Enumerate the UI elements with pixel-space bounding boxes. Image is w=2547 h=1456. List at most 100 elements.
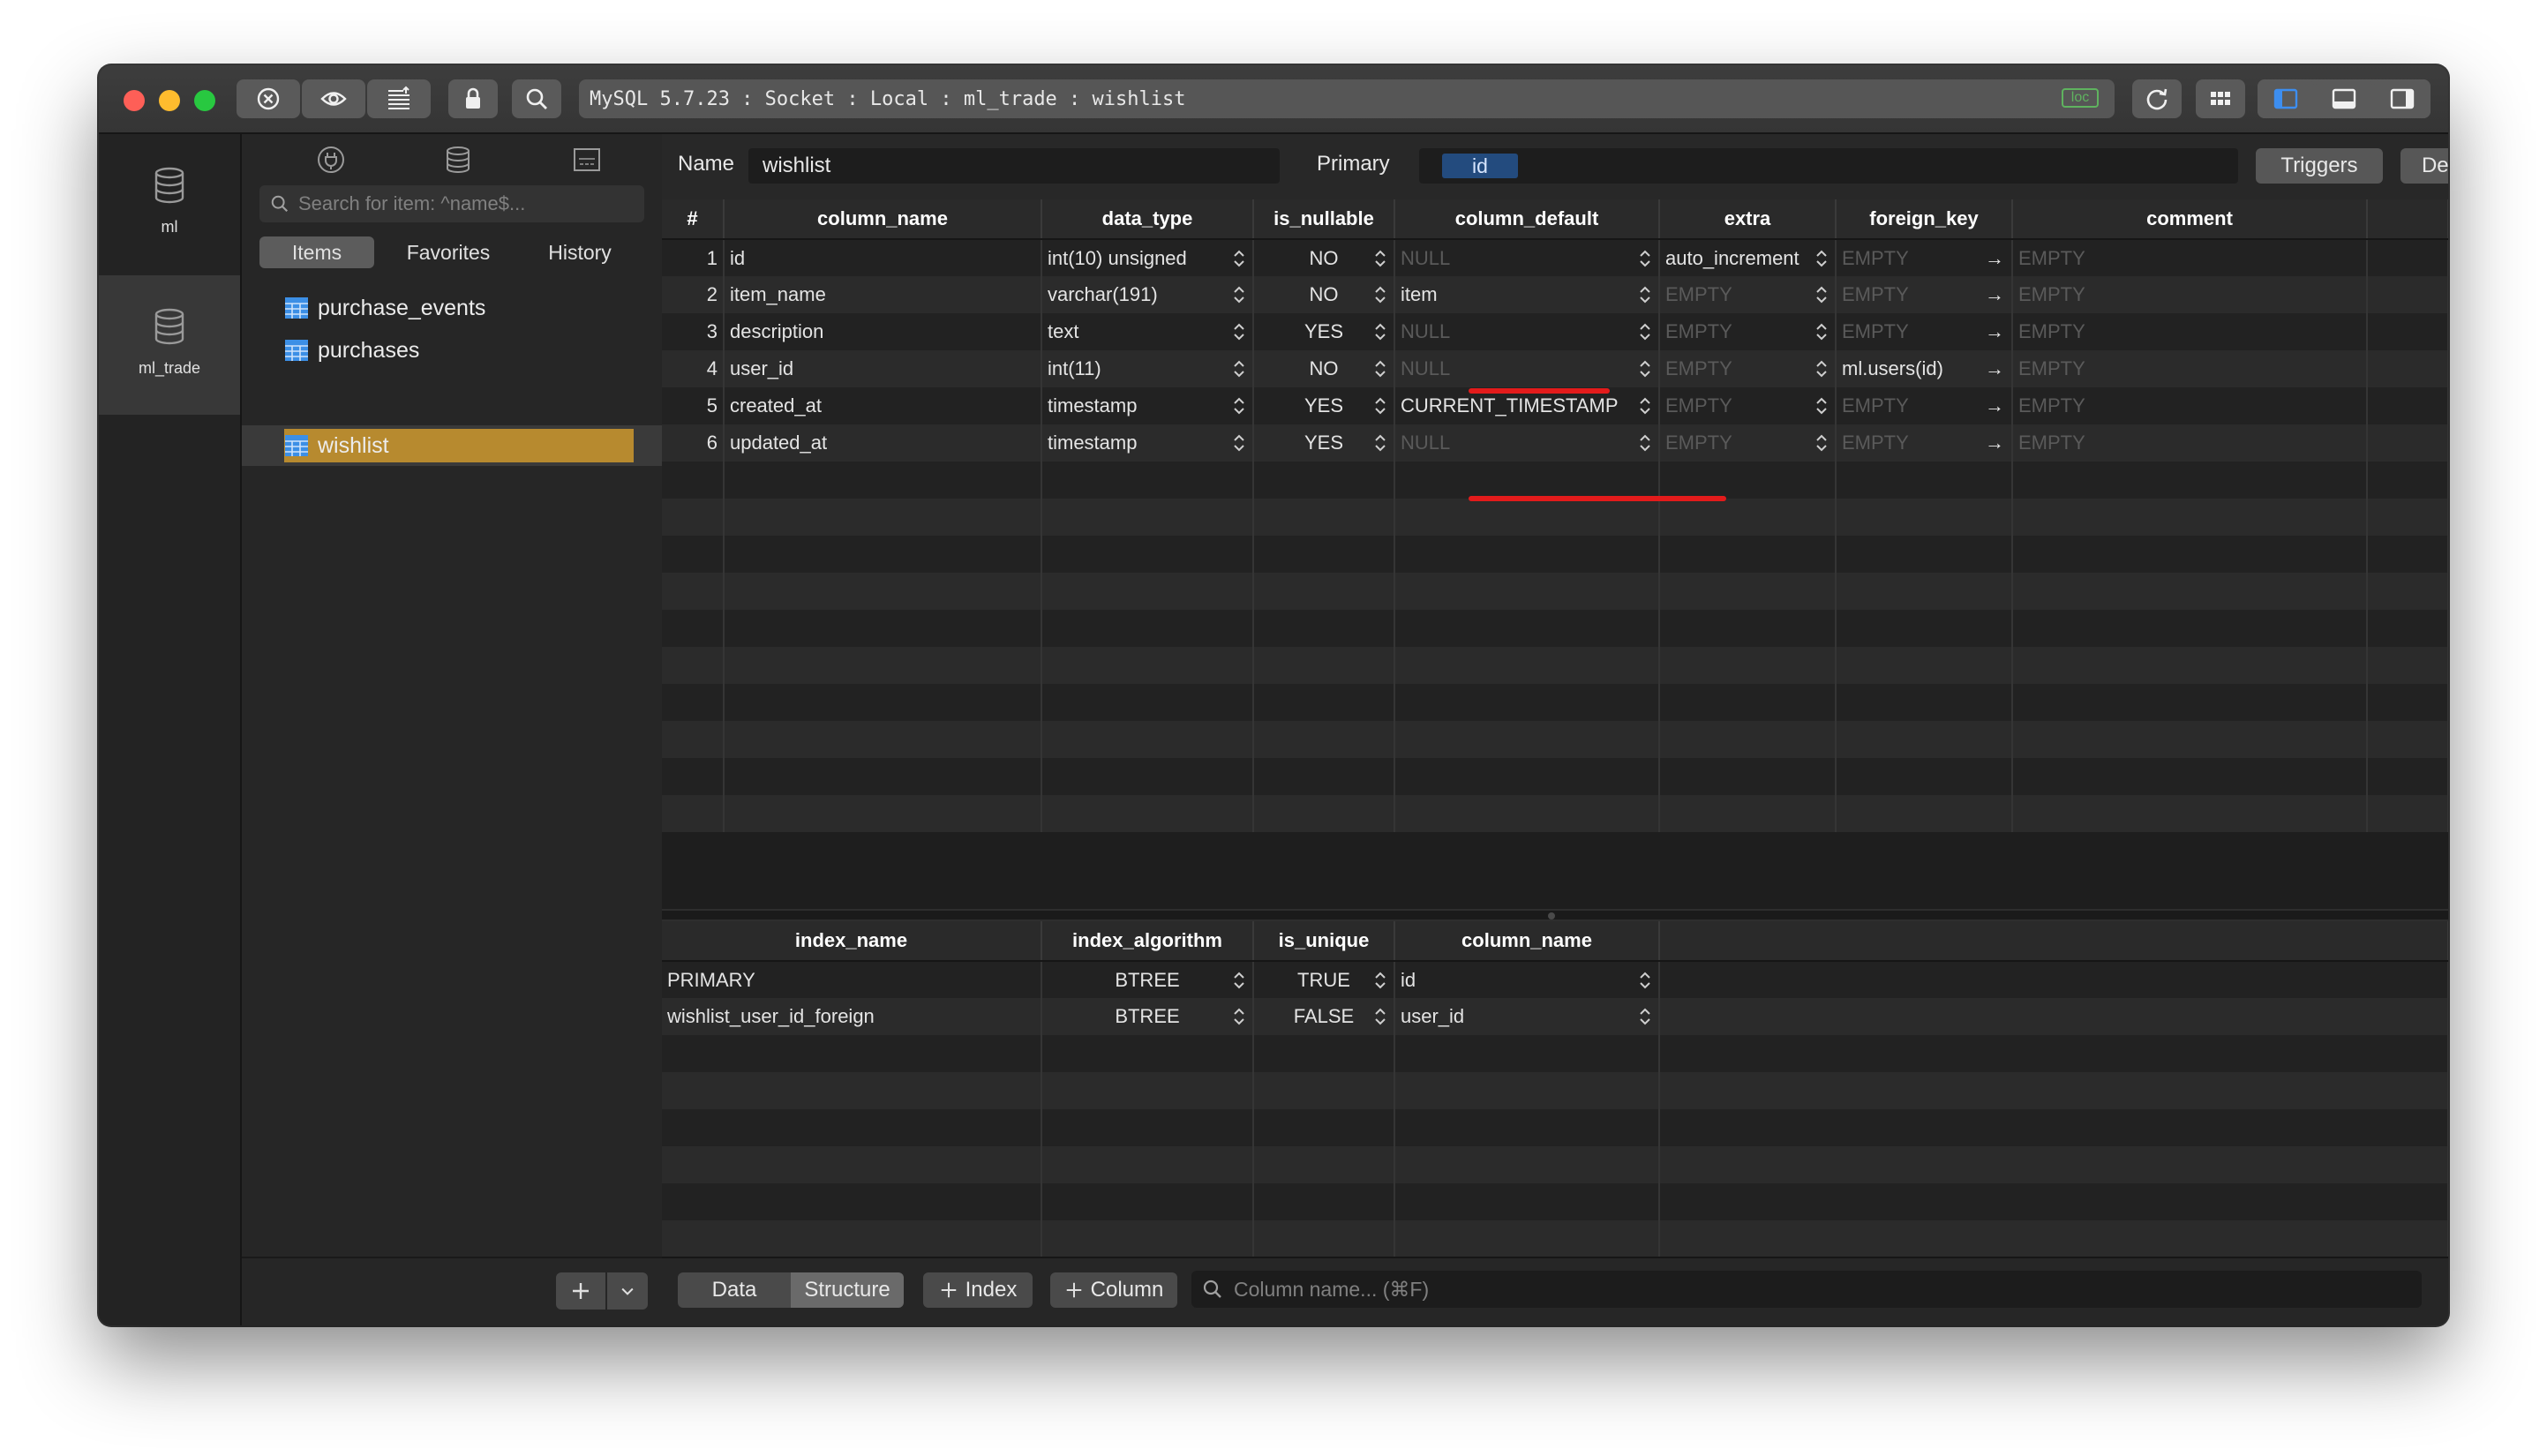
item-search[interactable] xyxy=(259,185,644,222)
plug-icon[interactable] xyxy=(316,145,346,175)
stepper-arrows-icon[interactable] xyxy=(1233,396,1245,416)
stepper-arrows-icon[interactable] xyxy=(1233,433,1245,453)
foreign-key-cell[interactable]: EMPTY → xyxy=(1836,387,2013,424)
index-row[interactable]: PRIMARY BTREE TRUE id xyxy=(662,961,2448,998)
toggle-bottom-panel-button[interactable] xyxy=(2316,79,2372,118)
stepper-arrows-icon[interactable] xyxy=(1374,249,1386,268)
primary-key-field[interactable]: id xyxy=(1419,148,2238,184)
stop-button[interactable] xyxy=(237,79,300,118)
is-unique-cell[interactable]: TRUE xyxy=(1253,961,1395,998)
database-item-ml[interactable]: ml xyxy=(99,134,240,274)
row-number-cell[interactable]: 6 xyxy=(662,424,725,462)
toggle-right-panel-button[interactable] xyxy=(2374,79,2431,118)
column-header[interactable]: extra xyxy=(1659,199,1837,240)
grid-view-button[interactable] xyxy=(2196,79,2245,118)
extra-cell[interactable]: EMPTY xyxy=(1659,350,1837,387)
foreign-key-cell[interactable]: EMPTY → xyxy=(1836,424,2013,462)
stepper-arrows-icon[interactable] xyxy=(1639,433,1651,453)
zoom-window-button[interactable] xyxy=(194,90,215,111)
stepper-arrows-icon[interactable] xyxy=(1639,971,1651,990)
extra-cell[interactable]: EMPTY xyxy=(1659,387,1837,424)
tab-history[interactable]: History xyxy=(522,236,637,268)
stepper-arrows-icon[interactable] xyxy=(1374,322,1386,341)
stepper-arrows-icon[interactable] xyxy=(1815,249,1828,268)
stepper-arrows-icon[interactable] xyxy=(1639,322,1651,341)
stepper-arrows-icon[interactable] xyxy=(1639,285,1651,304)
stepper-arrows-icon[interactable] xyxy=(1815,396,1828,416)
data-type-cell[interactable]: int(10) unsigned xyxy=(1041,239,1254,276)
foreign-key-cell[interactable]: ml.users(id) → xyxy=(1836,350,2013,387)
data-type-cell[interactable]: varchar(191) xyxy=(1041,276,1254,313)
triggers-button[interactable]: Triggers xyxy=(2256,148,2383,184)
stepper-arrows-icon[interactable] xyxy=(1639,1007,1651,1026)
stepper-arrows-icon[interactable] xyxy=(1374,396,1386,416)
row-number-cell[interactable]: 4 xyxy=(662,350,725,387)
column-name-cell[interactable]: item_name xyxy=(724,276,1042,313)
stepper-arrows-icon[interactable] xyxy=(1374,1007,1386,1026)
index-column-header[interactable]: is_unique xyxy=(1253,921,1395,962)
sql-icon[interactable] xyxy=(572,145,602,175)
table-item-purchase-events[interactable]: purchase_events xyxy=(284,291,634,325)
stepper-arrows-icon[interactable] xyxy=(1233,322,1245,341)
stepper-arrows-icon[interactable] xyxy=(1374,971,1386,990)
comment-cell[interactable]: EMPTY xyxy=(2012,239,2368,276)
stepper-arrows-icon[interactable] xyxy=(1815,359,1828,379)
database-icon[interactable] xyxy=(443,145,473,175)
stepper-arrows-icon[interactable] xyxy=(1374,433,1386,453)
add-item-button[interactable] xyxy=(556,1272,605,1310)
comment-cell[interactable]: EMPTY xyxy=(2012,313,2368,350)
structure-tab[interactable]: Structure xyxy=(791,1272,904,1308)
comment-cell[interactable]: EMPTY xyxy=(2012,276,2368,313)
item-search-input[interactable] xyxy=(297,191,627,216)
comment-cell[interactable]: EMPTY xyxy=(2012,387,2368,424)
table-row[interactable]: 6 updated_at timestamp YES NULL EMPTY EMPTY → EM… xyxy=(662,424,2448,462)
tab-items[interactable]: Items xyxy=(259,236,374,268)
table-row[interactable]: 3 description text YES NULL EMPTY EMPTY → EMPTY xyxy=(662,313,2448,350)
arrow-right-icon[interactable]: → xyxy=(1985,357,2004,380)
column-default-cell[interactable]: item xyxy=(1394,276,1660,313)
index-column-cell[interactable]: id xyxy=(1394,961,1660,998)
column-header[interactable]: data_type xyxy=(1041,199,1254,240)
stepper-arrows-icon[interactable] xyxy=(1815,285,1828,304)
console-button[interactable] xyxy=(367,79,431,118)
column-header[interactable]: column_name xyxy=(724,199,1042,240)
foreign-key-cell[interactable]: EMPTY → xyxy=(1836,239,2013,276)
is-nullable-cell[interactable]: NO xyxy=(1253,276,1395,313)
column-default-cell[interactable]: NULL xyxy=(1394,350,1660,387)
stepper-arrows-icon[interactable] xyxy=(1233,285,1245,304)
arrow-right-icon[interactable]: → xyxy=(1985,283,2004,306)
row-number-cell[interactable]: 5 xyxy=(662,387,725,424)
column-name-cell[interactable]: id xyxy=(724,239,1042,276)
add-column-button[interactable]: Column xyxy=(1050,1272,1177,1308)
is-unique-cell[interactable]: FALSE xyxy=(1253,998,1395,1035)
column-default-cell[interactable]: NULL xyxy=(1394,239,1660,276)
data-tab[interactable]: Data xyxy=(678,1272,791,1308)
table-row[interactable]: 4 user_id int(11) NO NULL EMPTY ml.users(id) → E… xyxy=(662,350,2448,387)
lock-button[interactable] xyxy=(448,79,498,118)
data-type-cell[interactable]: timestamp xyxy=(1041,424,1254,462)
stepper-arrows-icon[interactable] xyxy=(1815,322,1828,341)
close-window-button[interactable] xyxy=(124,90,145,111)
index-algorithm-cell[interactable]: BTREE xyxy=(1041,961,1254,998)
stepper-arrows-icon[interactable] xyxy=(1374,285,1386,304)
search-button[interactable] xyxy=(512,79,561,118)
column-header[interactable]: foreign_key xyxy=(1836,199,2013,240)
stepper-arrows-icon[interactable] xyxy=(1639,396,1651,416)
index-row[interactable]: wishlist_user_id_foreign BTREE FALSE user_i… xyxy=(662,998,2448,1035)
is-nullable-cell[interactable]: NO xyxy=(1253,350,1395,387)
is-nullable-cell[interactable]: YES xyxy=(1253,313,1395,350)
row-number-cell[interactable]: 2 xyxy=(662,276,725,313)
is-nullable-cell[interactable]: YES xyxy=(1253,424,1395,462)
column-default-cell[interactable]: NULL xyxy=(1394,424,1660,462)
splitter-handle[interactable] xyxy=(1548,912,1555,919)
stepper-arrows-icon[interactable] xyxy=(1639,359,1651,379)
table-item-wishlist[interactable]: wishlist xyxy=(284,429,634,462)
name-field[interactable]: wishlist xyxy=(748,148,1280,184)
index-column-cell[interactable]: user_id xyxy=(1394,998,1660,1035)
reload-button[interactable] xyxy=(2132,79,2182,118)
column-name-cell[interactable]: description xyxy=(724,313,1042,350)
data-type-cell[interactable]: text xyxy=(1041,313,1254,350)
arrow-right-icon[interactable]: → xyxy=(1985,394,2004,417)
column-name-cell[interactable]: updated_at xyxy=(724,424,1042,462)
comment-cell[interactable]: EMPTY xyxy=(2012,424,2368,462)
